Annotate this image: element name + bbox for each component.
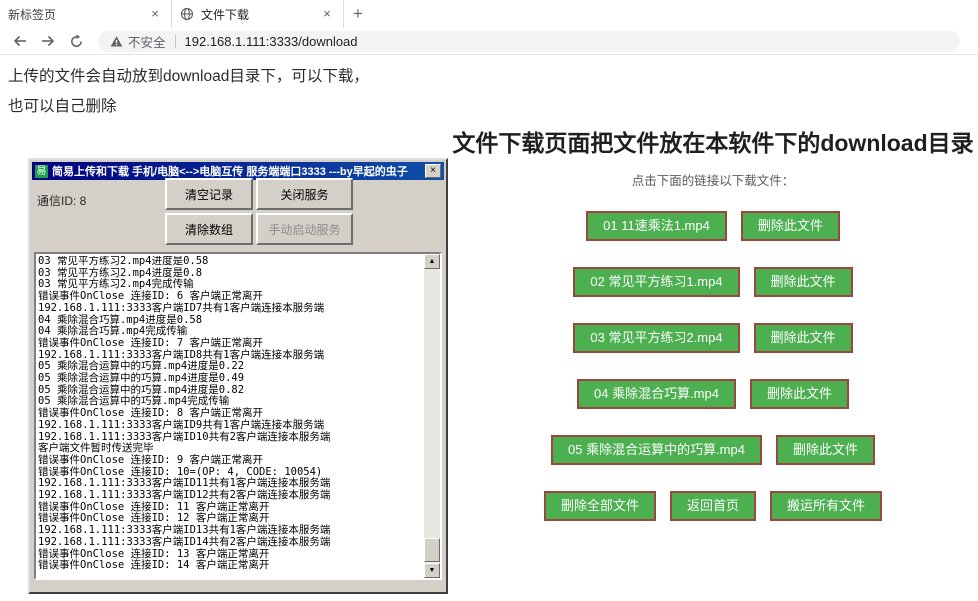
file-download-button[interactable]: 04 乘除混合巧算.mp4 (577, 379, 736, 409)
delete-file-button[interactable]: 删除此文件 (754, 267, 853, 297)
divider (175, 35, 176, 48)
clear-array-button: 清除数组 (165, 213, 253, 245)
log-box: 03 常见平方练习2.mp4进度是0.58 03 常见平方练习2.mp4进度是0… (34, 252, 442, 580)
server-app-screenshot: 易 简易上传和下载 手机/电脑<-->电脑互传 服务端端口3333 ---by早… (28, 158, 448, 594)
log-line: 错误事件OnClose 连接ID: 14 客户端正常离开 (38, 560, 422, 572)
log-line: 05 乘除混合运算中的巧算.mp4进度是0.49 (38, 373, 422, 385)
tab-title: 新标签页 (8, 6, 147, 23)
comm-id-label: 通信ID: 8 (37, 192, 86, 209)
file-download-button[interactable]: 03 常见平方练习2.mp4 (573, 323, 739, 353)
url-bar[interactable]: 不安全 192.168.1.111:3333/download (98, 31, 960, 52)
file-download-button[interactable]: 02 常见平方练习1.mp4 (573, 267, 739, 297)
new-tab-button[interactable]: + (344, 0, 372, 28)
page-subtitle: 点击下面的链接以下载文件： (448, 170, 978, 189)
log-line: 192.168.1.111:3333客户端ID14共有2客户端连接本服务端 (38, 537, 422, 549)
forward-icon[interactable] (36, 29, 60, 53)
tab-strip: 新标签页 × 文件下载 × + (0, 0, 978, 28)
url-text: 192.168.1.111:3333/download (185, 34, 358, 49)
close-icon[interactable]: × (147, 6, 163, 22)
file-row: 02 常见平方练习1.mp4 删除此文件 (448, 267, 978, 297)
scrollbar: ▲ ▼ (424, 254, 440, 578)
log-line: 错误事件OnClose 连接ID: 7 客户端正常离开 (38, 338, 422, 350)
file-download-button[interactable]: 01 11速乘法1.mp4 (586, 211, 727, 241)
delete-file-button[interactable]: 删除此文件 (754, 323, 853, 353)
scroll-up-icon: ▲ (424, 254, 440, 269)
intro-line-1: 上传的文件会自动放到download目录下，可以下载， (8, 62, 369, 92)
log-line: 192.168.1.111:3333客户端ID7共有1客户端连接本服务端 (38, 303, 422, 315)
globe-icon (180, 7, 194, 21)
scroll-down-icon: ▼ (424, 563, 440, 578)
log-line: 192.168.1.111:3333客户端ID12共有2客户端连接本服务端 (38, 490, 422, 502)
file-row: 01 11速乘法1.mp4 删除此文件 (448, 211, 978, 241)
file-button-area: 01 11速乘法1.mp4 删除此文件 02 常见平方练习1.mp4 删除此文件… (448, 211, 978, 547)
delete-file-button[interactable]: 删除此文件 (776, 435, 875, 465)
browser-toolbar: 不安全 192.168.1.111:3333/download (0, 28, 978, 55)
file-row: 04 乘除混合巧算.mp4 删除此文件 (448, 379, 978, 409)
tab-file-download[interactable]: 文件下载 × (172, 0, 344, 28)
log-line: 错误事件OnClose 连接ID: 9 客户端正常离开 (38, 455, 422, 467)
log-lines: 03 常见平方练习2.mp4进度是0.58 03 常见平方练习2.mp4进度是0… (38, 256, 422, 578)
back-icon[interactable] (8, 29, 32, 53)
file-row: 05 乘除混合运算中的巧算.mp4 删除此文件 (448, 435, 978, 465)
warning-icon (110, 35, 123, 48)
tab-new-tab-page[interactable]: 新标签页 × (0, 0, 172, 28)
app-logo-icon: 易 (35, 165, 48, 178)
intro-line-2: 也可以自己删除 (8, 92, 369, 122)
close-icon[interactable]: × (319, 6, 335, 22)
app-title: 简易上传和下载 手机/电脑<-->电脑互传 服务端端口3333 ---by早起的… (52, 163, 425, 179)
window-close-icon: × (425, 164, 441, 178)
clear-log-button: 清空记录 (165, 178, 253, 210)
close-service-button: 关闭服务 (256, 178, 353, 210)
intro-text: 上传的文件会自动放到download目录下，可以下载， 也可以自己删除 (8, 62, 369, 122)
log-line: 03 常见平方练习2.mp4进度是0.58 (38, 256, 422, 268)
delete-file-button[interactable]: 删除此文件 (741, 211, 840, 241)
file-row: 03 常见平方练习2.mp4 删除此文件 (448, 323, 978, 353)
refresh-icon[interactable] (64, 29, 88, 53)
scroll-thumb (424, 538, 440, 562)
tab-title: 文件下载 (201, 6, 319, 23)
log-line: 192.168.1.111:3333客户端ID9共有1客户端连接本服务端 (38, 420, 422, 432)
file-rows: 01 11速乘法1.mp4 删除此文件 02 常见平方练习1.mp4 删除此文件… (448, 211, 978, 465)
delete-file-button[interactable]: 删除此文件 (750, 379, 849, 409)
footer-row: 删除全部文件 返回首页 搬运所有文件 (448, 491, 978, 521)
move-all-button[interactable]: 搬运所有文件 (770, 491, 882, 521)
file-download-button[interactable]: 05 乘除混合运算中的巧算.mp4 (551, 435, 762, 465)
delete-all-button[interactable]: 删除全部文件 (544, 491, 656, 521)
page-title: 文件下载页面把文件放在本软件下的download目录 (448, 124, 978, 158)
home-button[interactable]: 返回首页 (670, 491, 756, 521)
security-label: 不安全 (128, 32, 166, 51)
manual-start-button: 手动启动服务 (256, 213, 353, 245)
